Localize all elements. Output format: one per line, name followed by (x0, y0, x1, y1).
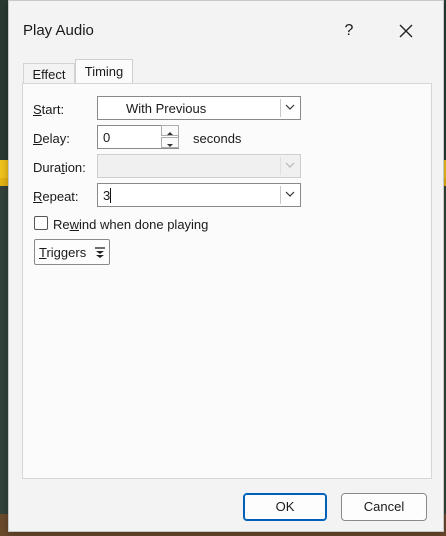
delay-label-mnemonic: D (33, 131, 43, 146)
rewind-label-mnemonic: w (69, 217, 80, 232)
rewind-label[interactable]: Rewind when done playing (53, 217, 208, 232)
duration-dropdown-button[interactable] (280, 157, 298, 175)
duration-label-rest: ion: (64, 160, 86, 175)
repeat-label-rest: epeat: (42, 189, 79, 204)
text-cursor (110, 188, 111, 203)
tab-timing[interactable]: Timing (75, 59, 133, 85)
close-icon (399, 24, 413, 38)
chevron-down-icon (285, 104, 295, 110)
delay-down-button[interactable] (161, 137, 179, 148)
delay-label-rest: elay: (42, 131, 70, 146)
delay-unit: seconds (193, 131, 242, 146)
double-chevron-down-icon (95, 247, 105, 258)
tab-effect[interactable]: Effect (23, 63, 75, 85)
repeat-label-mnemonic: R (33, 189, 43, 204)
play-audio-dialog: Play Audio ? Effect Timing Start: With P… (8, 0, 444, 532)
rewind-checkbox[interactable] (34, 216, 48, 230)
triggers-label: Triggers (39, 245, 86, 260)
repeat-dropdown[interactable]: 3 (97, 183, 301, 207)
duration-label-start: Dura (33, 160, 62, 175)
start-label-rest: tart: (41, 102, 65, 117)
chevron-down-icon (285, 191, 295, 197)
rewind-label-start: Re (53, 217, 70, 232)
start-label-mnemonic: S (33, 102, 42, 117)
delay-value: 0 (103, 130, 111, 145)
close-button[interactable] (391, 16, 421, 46)
start-dropdown[interactable]: With Previous (97, 96, 301, 120)
ok-button[interactable]: OK (243, 493, 327, 521)
start-label: Start: (33, 102, 64, 117)
rewind-label-rest: ind when done playing (79, 217, 209, 232)
cancel-button[interactable]: Cancel (341, 493, 427, 521)
repeat-label: Repeat: (33, 189, 79, 204)
delay-up-button[interactable] (161, 125, 179, 136)
repeat-dropdown-button[interactable] (280, 186, 298, 204)
title-bar: Play Audio ? (9, 1, 443, 59)
dialog-title: Play Audio (23, 22, 94, 39)
help-button[interactable]: ? (335, 19, 363, 43)
duration-label: Duration: (33, 160, 86, 175)
chevron-down-icon (285, 162, 295, 168)
triggers-button[interactable]: Triggers (34, 239, 110, 265)
start-dropdown-button[interactable] (280, 99, 298, 117)
duration-dropdown[interactable] (97, 154, 301, 178)
timing-panel: Start: With Previous Delay: 0 seconds Du… (22, 83, 432, 479)
triggers-label-rest: riggers (46, 245, 87, 260)
delay-label: Delay: (33, 131, 70, 146)
start-value: With Previous (126, 101, 207, 116)
delay-spinner[interactable] (161, 125, 181, 149)
arrow-down-icon (167, 144, 173, 147)
